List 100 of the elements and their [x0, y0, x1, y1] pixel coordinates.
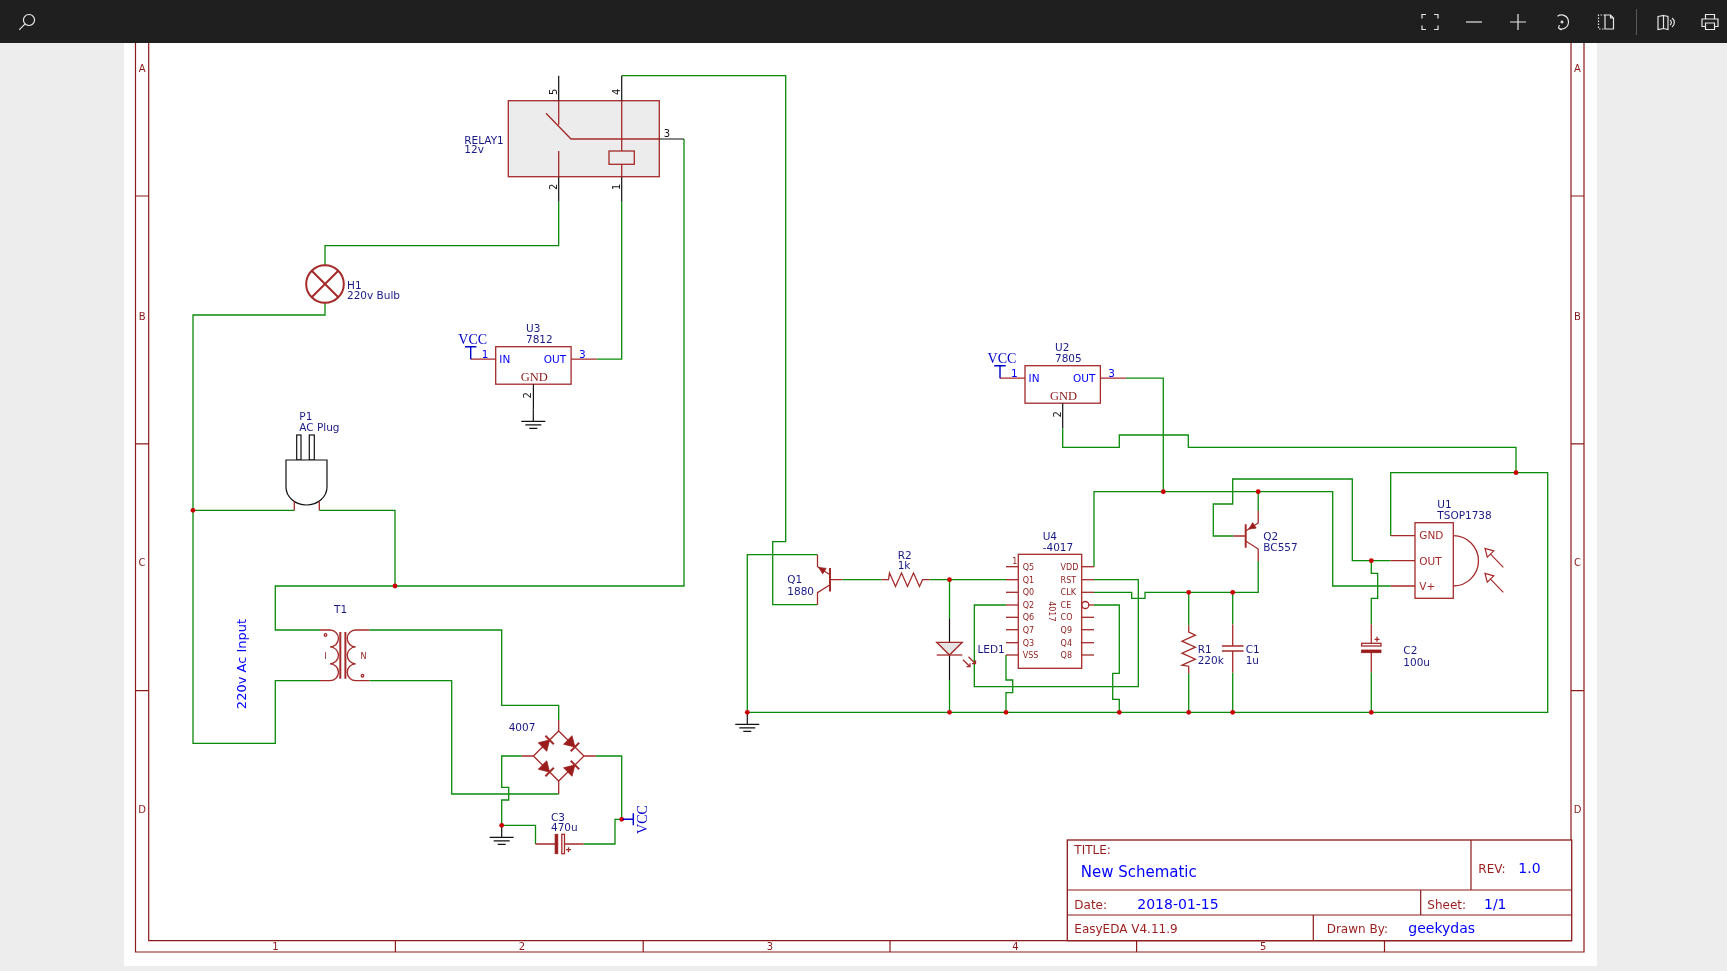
pin-number: 1	[1011, 366, 1018, 379]
junction-dot-icon	[1186, 589, 1192, 595]
pin-name: GND	[520, 370, 548, 385]
pin-name: GND	[1419, 529, 1444, 542]
capacitor-symbol	[534, 833, 585, 855]
software-version: EasyEDA V4.11.9	[1074, 922, 1178, 937]
capacitor-symbol	[1360, 623, 1382, 673]
pin-name: Q0	[1022, 588, 1035, 598]
revision-label: REV:	[1478, 861, 1506, 876]
designator-label: H1	[347, 278, 362, 291]
title-value: New Schematic	[1080, 862, 1197, 881]
junction-dot-icon	[392, 583, 398, 589]
pin-name: CE	[1060, 600, 1072, 610]
printer-icon[interactable]	[1701, 12, 1719, 31]
power-port-icon	[464, 346, 478, 360]
pin-name: IN	[499, 353, 511, 366]
pin-number: 2	[1051, 411, 1063, 418]
pin-name: OUT	[543, 353, 567, 366]
drawn-by-value: geekydas	[1408, 920, 1476, 937]
page-icon[interactable]	[1597, 12, 1615, 31]
led-symbol	[935, 617, 977, 681]
row-label: D	[1573, 804, 1582, 815]
pin-name: I	[324, 651, 327, 661]
power-port-icon	[622, 812, 634, 826]
designator-label: C2	[1403, 644, 1418, 656]
value-label: -4017	[1042, 540, 1074, 553]
corners-icon[interactable]	[1421, 12, 1439, 31]
book-sound-icon[interactable]	[1657, 12, 1675, 31]
pin-name: Q8	[1060, 650, 1072, 660]
ground-icon	[520, 408, 546, 429]
designator-label: U2	[1055, 340, 1070, 353]
designator-label: U1	[1437, 497, 1452, 510]
transistor-symbol	[1232, 510, 1259, 562]
pin-name: V+	[1419, 580, 1436, 592]
junction-dot-icon	[1230, 709, 1236, 715]
designator-label: R2	[897, 549, 912, 561]
pin-name: VSS	[1022, 650, 1039, 660]
lamp-symbol	[305, 264, 345, 304]
designator-label: RELAY1	[464, 134, 504, 146]
junction-dot-icon	[947, 577, 952, 583]
net-label: VCC	[458, 331, 488, 347]
junction-dot-icon	[1003, 709, 1009, 715]
power-port-icon	[993, 365, 1007, 379]
date-label: Date:	[1074, 898, 1108, 912]
pin-number: 2	[522, 392, 534, 399]
junction-dot-icon	[1368, 709, 1374, 715]
pin-name: OUT	[1073, 372, 1096, 385]
row-label: A	[1574, 63, 1581, 74]
value-label: 1k	[897, 559, 911, 572]
designator-label: C3	[551, 810, 565, 823]
drawn-by-label: Drawn By:	[1326, 922, 1388, 937]
designator-label: Q1	[787, 573, 803, 586]
pin-number: 1	[481, 347, 489, 360]
designator-label: R1	[1197, 643, 1212, 656]
sheet-label: Sheet:	[1427, 898, 1467, 912]
plus-icon[interactable]	[1509, 12, 1527, 31]
designator-label: LED1	[977, 642, 1005, 655]
resistor-symbol	[1179, 624, 1197, 674]
column-label: 1	[272, 941, 279, 952]
title-label: TITLE:	[1074, 843, 1111, 857]
column-label: 2	[518, 941, 526, 952]
value-label: 4007	[508, 720, 536, 733]
pin-name: OUT	[1419, 554, 1442, 567]
transformer-symbol	[319, 629, 370, 682]
column-label: 5	[1260, 941, 1267, 952]
pin-name: CLK	[1060, 588, 1076, 598]
value-label: 7805	[1055, 351, 1082, 364]
pin-name: Q7	[1022, 625, 1035, 635]
row-label: C	[138, 557, 146, 568]
row-label: A	[138, 63, 146, 74]
value-label: BC557	[1263, 541, 1298, 553]
search-icon[interactable]	[18, 12, 36, 31]
pin-number: 5	[548, 88, 559, 95]
junction-dot-icon	[1255, 489, 1261, 495]
pin-name: IN	[1028, 372, 1040, 385]
junction-dot-icon	[744, 709, 750, 715]
designator-label: U4	[1042, 530, 1058, 542]
value-label: 470u	[551, 821, 578, 834]
junction-dot-icon	[1368, 558, 1374, 564]
row-label: D	[138, 804, 146, 815]
pin-name: Q2	[1022, 600, 1035, 610]
pin-name: VDD	[1060, 562, 1079, 572]
resistor-symbol	[880, 570, 931, 588]
pin-number: 1	[611, 183, 622, 190]
value-label: 220v Bulb	[347, 289, 401, 301]
row-label: B	[138, 310, 146, 322]
value-label: 7812	[526, 332, 553, 345]
pin-name: Q4	[1060, 638, 1072, 648]
pin-name: CO	[1060, 613, 1073, 623]
junction-dot-icon	[947, 709, 952, 715]
pin-name: Q5	[1022, 562, 1035, 572]
value-label: 220k	[1197, 654, 1224, 666]
junction-dot-icon	[1186, 709, 1192, 715]
pin-number: 4	[611, 88, 622, 95]
column-label: 4	[1012, 941, 1019, 952]
designator-label: P1	[299, 410, 313, 422]
value-label: 1u	[1245, 654, 1260, 666]
note-label: 220v Ac Input	[233, 618, 249, 710]
net-label: VCC	[635, 805, 650, 834]
transistor-symbol	[816, 554, 843, 606]
